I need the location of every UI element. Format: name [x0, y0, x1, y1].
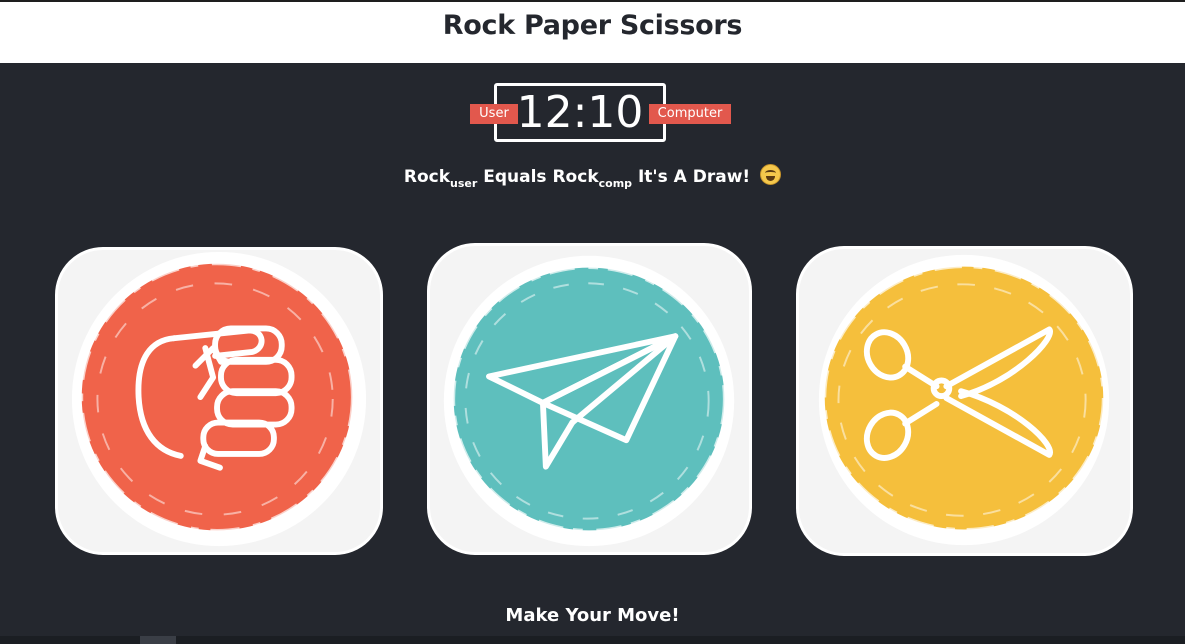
user-score-badge: User	[470, 104, 518, 124]
comparison-verb: Equals	[483, 167, 547, 187]
user-choice-text: Rock	[403, 167, 451, 187]
computer-subscript: comp	[598, 177, 633, 190]
rock-button[interactable]	[55, 247, 383, 555]
page-title: Rock Paper Scissors	[442, 10, 743, 41]
bottom-bar	[0, 636, 1185, 644]
fist-icon	[71, 251, 367, 547]
app-header: Rock Paper Scissors	[0, 0, 1185, 63]
result-message: Rockuser Equals Rockcomp It's A Draw!	[0, 164, 1185, 190]
bottom-tab[interactable]	[140, 636, 176, 644]
score-display: 12:10	[516, 87, 644, 138]
scissors-button[interactable]	[796, 246, 1133, 556]
make-move-prompt: Make Your Move!	[505, 605, 680, 626]
laughing-face-icon	[760, 164, 782, 185]
computer-choice-text: Rock	[552, 167, 599, 187]
user-subscript: user	[450, 177, 478, 190]
outcome-text: It's A Draw!	[637, 167, 751, 187]
scoreboard: 12:10	[494, 83, 666, 142]
paper-plane-icon	[443, 255, 735, 547]
scissors-icon	[818, 254, 1110, 546]
paper-button[interactable]	[427, 243, 752, 555]
computer-score-badge: Computer	[649, 104, 731, 124]
